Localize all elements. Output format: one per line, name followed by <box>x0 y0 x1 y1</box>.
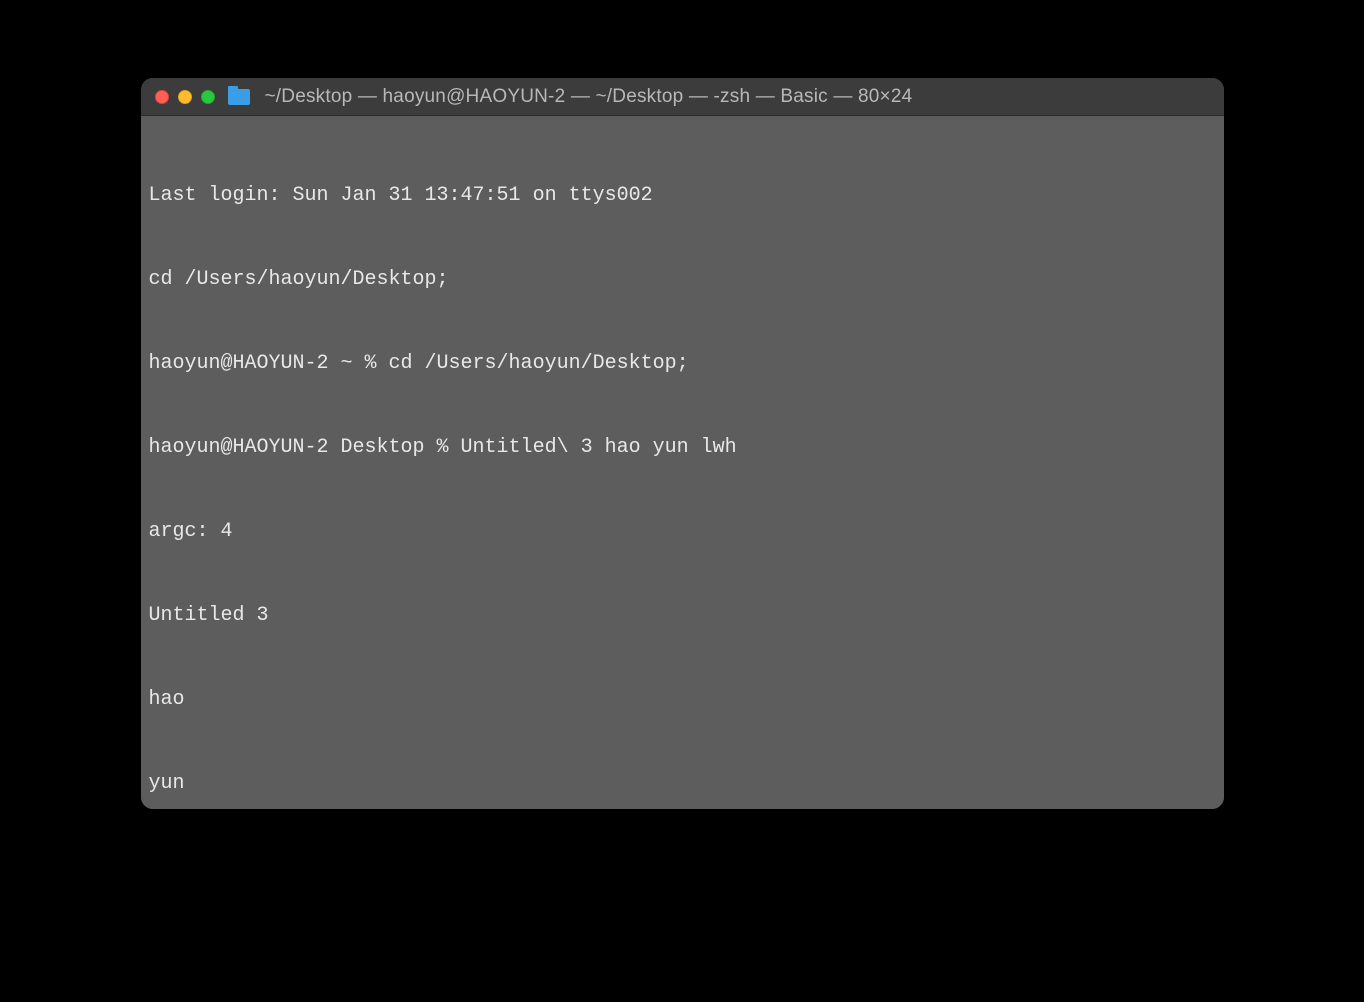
terminal-line: argc: 4 <box>149 518 1216 546</box>
terminal-line: yun <box>149 770 1216 798</box>
terminal-line: haoyun@HAOYUN-2 ~ % cd /Users/haoyun/Des… <box>149 350 1216 378</box>
minimize-button[interactable] <box>178 90 192 104</box>
terminal-line: Last login: Sun Jan 31 13:47:51 on ttys0… <box>149 182 1216 210</box>
terminal-line: cd /Users/haoyun/Desktop; <box>149 266 1216 294</box>
terminal-line: haoyun@HAOYUN-2 Desktop % Untitled\ 3 ha… <box>149 434 1216 462</box>
titlebar[interactable]: ~/Desktop — haoyun@HAOYUN-2 — ~/Desktop … <box>141 78 1224 116</box>
maximize-button[interactable] <box>201 90 215 104</box>
close-button[interactable] <box>155 90 169 104</box>
window-title: ~/Desktop — haoyun@HAOYUN-2 — ~/Desktop … <box>265 86 913 108</box>
traffic-lights <box>155 90 215 104</box>
terminal-line: Untitled 3 <box>149 602 1216 630</box>
folder-icon[interactable] <box>228 89 250 105</box>
terminal-body[interactable]: Last login: Sun Jan 31 13:47:51 on ttys0… <box>141 116 1224 809</box>
terminal-line: hao <box>149 686 1216 714</box>
terminal-window: ~/Desktop — haoyun@HAOYUN-2 — ~/Desktop … <box>141 78 1224 809</box>
